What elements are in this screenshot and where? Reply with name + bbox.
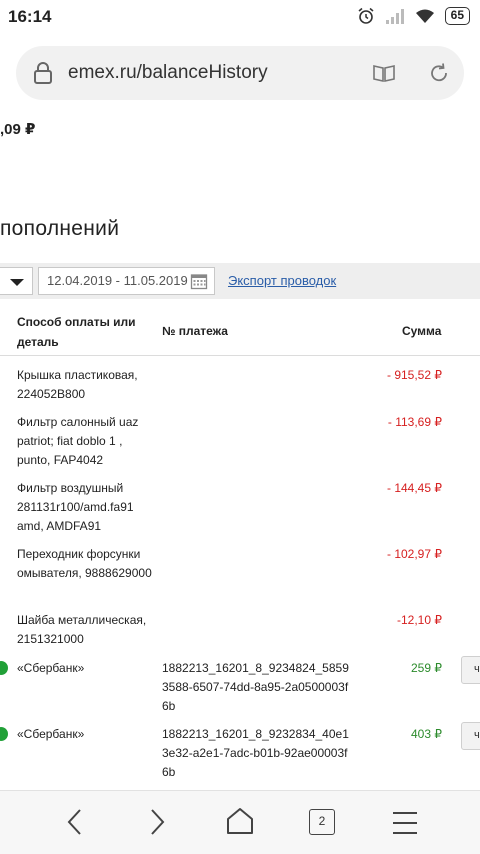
- row-sum: - 113,69 ₽: [387, 415, 442, 429]
- status-time: 16:14: [8, 7, 52, 26]
- status-bar: 16:14 65: [0, 0, 480, 34]
- row-action-button[interactable]: ч: [461, 722, 480, 750]
- battery-indicator: 65: [444, 7, 470, 25]
- balance-amount: ,09 ₽: [0, 121, 36, 138]
- section-heading: пополнений: [0, 217, 120, 240]
- tabs-counter-button[interactable]: 2: [309, 809, 335, 835]
- row-detail: Фильтр салонный uaz patriot; fiat doblo …: [17, 415, 139, 467]
- sberbank-logo-icon: [0, 661, 8, 675]
- row-detail: «Сбербанк»: [17, 727, 85, 741]
- sberbank-logo-icon: [0, 727, 8, 741]
- lock-icon: [34, 62, 52, 84]
- calendar-icon[interactable]: [190, 272, 208, 290]
- row-sum: -12,10 ₽: [397, 613, 442, 627]
- row-sum: 259 ₽: [411, 661, 442, 675]
- row-detail: Переходник форсунки омывателя, 988862900…: [17, 547, 152, 580]
- row-action-button[interactable]: ч: [461, 656, 480, 684]
- filter-dropdown[interactable]: [0, 267, 33, 295]
- address-bar[interactable]: emex.ru/balanceHistory: [16, 46, 464, 100]
- reload-icon[interactable]: [428, 62, 450, 84]
- chevron-down-icon: [10, 279, 24, 286]
- row-payment-id: 1882213_16201_8_9234824_58593588-6507-74…: [162, 661, 349, 713]
- reader-mode-icon[interactable]: [372, 63, 396, 83]
- column-header-payment: № платежа: [162, 324, 228, 338]
- row-detail: Фильтр воздушный 281131r100/amd.fa91 amd…: [17, 481, 134, 533]
- wifi-icon: [415, 9, 434, 23]
- alarm-icon: [358, 7, 374, 24]
- column-header-sum: Сумма: [402, 324, 442, 338]
- menu-icon[interactable]: [392, 811, 418, 835]
- row-detail: «Сбербанк»: [17, 661, 85, 675]
- home-icon[interactable]: [225, 806, 255, 836]
- back-arrow-icon[interactable]: [64, 807, 86, 837]
- column-header-method: Способ оплаты или деталь: [17, 315, 136, 349]
- row-payment-id: 1882213_16201_8_9232834_40e13e32-a2e1-7a…: [162, 727, 349, 779]
- row-detail: Шайба металлическая, 2151321000: [17, 613, 147, 646]
- filter-bar: 12.04.2019 - 11.05.2019 Экспорт проводок: [0, 263, 480, 299]
- row-detail: Крышка пластиковая, 224052B800: [17, 368, 138, 401]
- date-range-input[interactable]: 12.04.2019 - 11.05.2019: [38, 267, 215, 295]
- browser-bottom-nav: 2: [0, 790, 480, 854]
- export-entries-link[interactable]: Экспорт проводок: [228, 273, 336, 288]
- table-header: Способ оплаты или деталь № платежа Сумма: [0, 306, 480, 356]
- url-text[interactable]: emex.ru/balanceHistory: [68, 62, 268, 84]
- row-sum: - 102,97 ₽: [386, 547, 442, 561]
- status-icons: 65: [357, 7, 470, 25]
- row-sum: - 915,52 ₽: [386, 368, 442, 382]
- signal-icon: [385, 9, 404, 24]
- forward-arrow-icon[interactable]: [146, 807, 168, 837]
- row-sum: - 144,45 ₽: [386, 481, 442, 495]
- row-sum: 403 ₽: [411, 727, 442, 741]
- date-range-value: 12.04.2019 - 11.05.2019: [47, 273, 188, 288]
